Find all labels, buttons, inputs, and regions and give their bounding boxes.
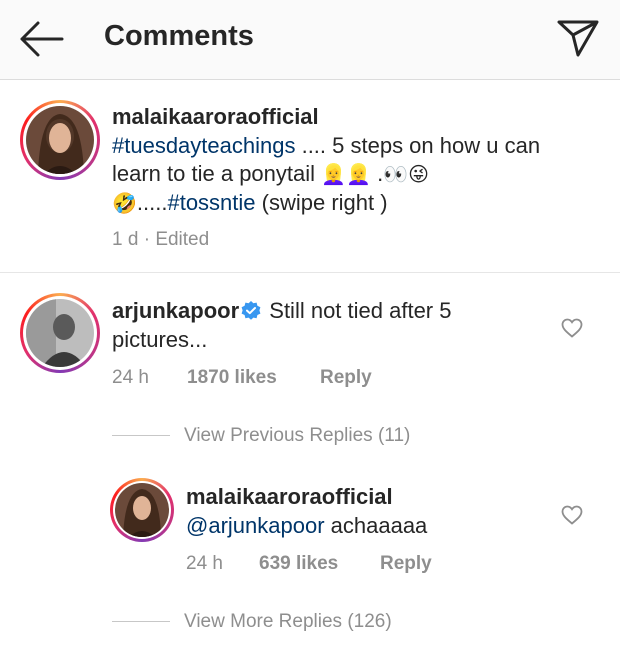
mention-link[interactable]: @arjunkapoor	[186, 513, 325, 538]
caption-text: .....	[136, 189, 168, 215]
likes-count[interactable]: 639 likes	[259, 553, 338, 575]
rofl-emoji: 🤣	[112, 192, 137, 215]
caption-text: .	[370, 161, 384, 186]
comment-username[interactable]: arjunkapoor	[112, 298, 239, 323]
comment-meta: 24 h 1870 likes Reply	[112, 367, 472, 389]
timestamp: 24 h	[186, 553, 223, 574]
divider-line	[112, 621, 170, 622]
comment-avatar[interactable]	[20, 293, 100, 373]
caption-username[interactable]: malaikaaroraofficial	[112, 104, 319, 129]
reply-meta: 24 h 639 likes Reply	[186, 553, 506, 575]
paper-plane-icon[interactable]	[556, 18, 600, 58]
caption-avatar[interactable]	[20, 100, 100, 180]
winking-tongue-emoji: 😜	[408, 164, 429, 187]
view-previous-replies-button[interactable]: View Previous Replies (11)	[184, 425, 410, 447]
header-bar: Comments	[0, 0, 620, 80]
caption-meta: 1 d · Edited	[112, 229, 209, 251]
verified-badge-icon	[241, 301, 261, 320]
divider	[0, 272, 620, 273]
edited-label: Edited	[155, 229, 210, 250]
reply-username[interactable]: malaikaaroraofficial	[186, 484, 393, 509]
hashtag-link[interactable]: #tuesdayteachings	[112, 133, 295, 158]
profile-photo-icon	[26, 106, 94, 174]
view-more-replies-button[interactable]: View More Replies (126)	[184, 611, 392, 633]
separator: ·	[143, 229, 151, 250]
eyes-emoji: 👀	[383, 164, 409, 187]
reply-text: achaaaaa	[324, 512, 428, 538]
hashtag-link[interactable]: #tossntie	[167, 190, 255, 215]
reply-avatar[interactable]	[110, 478, 174, 542]
reply-body: malaikaaroraofficial @arjunkapoor achaaa…	[186, 483, 546, 540]
comment-body: arjunkapoor Still not tied after 5 pictu…	[112, 297, 512, 354]
post-caption: malaikaaroraofficial #tuesdayteachings .…	[112, 103, 552, 217]
profile-photo-icon	[115, 483, 169, 537]
caption-text: (swipe right )	[255, 189, 388, 215]
profile-photo-icon	[26, 299, 94, 367]
reply-button[interactable]: Reply	[320, 367, 372, 389]
reply-button[interactable]: Reply	[380, 553, 432, 575]
arrow-left-icon[interactable]	[18, 20, 64, 58]
heart-icon[interactable]	[561, 318, 583, 338]
page-title: Comments	[104, 20, 254, 52]
divider-line	[112, 435, 170, 436]
timestamp: 24 h	[112, 367, 149, 388]
likes-count[interactable]: 1870 likes	[187, 367, 277, 389]
timestamp: 1 d	[112, 229, 139, 250]
blonde-woman-emoji: 👱‍♀️	[346, 164, 371, 187]
heart-icon[interactable]	[561, 505, 583, 525]
blonde-woman-emoji: 👱‍♀️	[321, 164, 347, 187]
